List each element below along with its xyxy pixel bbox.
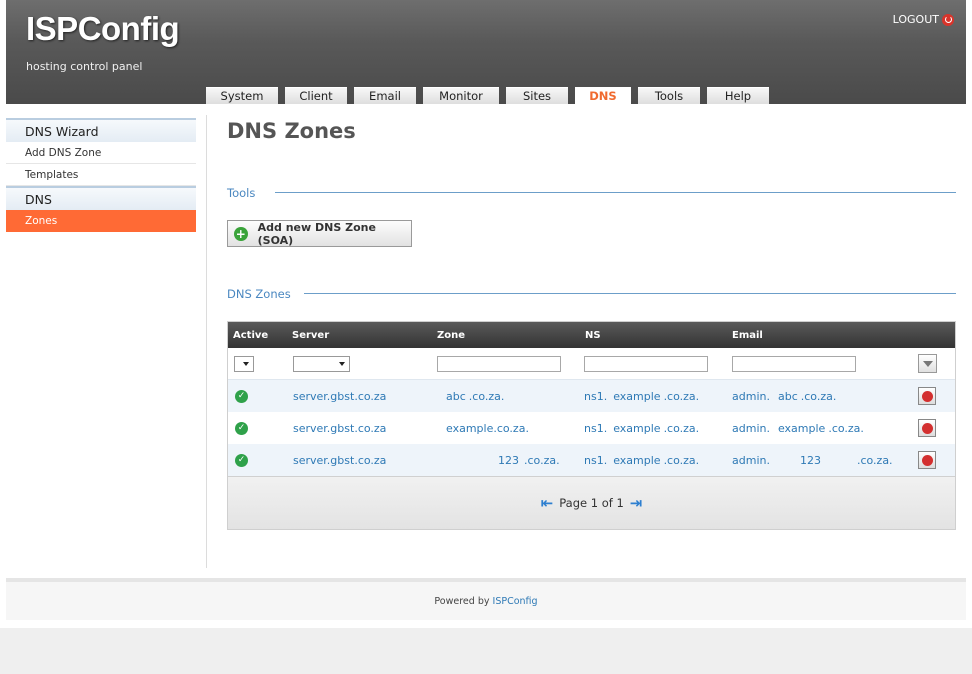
column-header-email[interactable]: Email: [732, 322, 763, 348]
tagline: hosting control panel: [26, 60, 143, 73]
zone-suffix: .co.za.: [468, 389, 505, 403]
ispconfig-link[interactable]: ISPConfig: [493, 596, 538, 607]
filter-button[interactable]: [918, 354, 937, 373]
email-filter-input[interactable]: [732, 355, 856, 372]
power-icon: [942, 13, 954, 26]
tools-section-divider: [275, 192, 956, 193]
delete-icon[interactable]: [918, 451, 936, 469]
sidebar-section-dns-wizard: DNS Wizard: [6, 118, 196, 142]
filter-row: [228, 348, 955, 380]
add-dns-zone-button[interactable]: + Add new DNS Zone (SOA): [227, 220, 412, 247]
logo: ISPConfig: [26, 10, 180, 47]
ns-suffix: .co.za.: [663, 421, 700, 435]
tab-email[interactable]: Email: [354, 87, 416, 104]
table-row[interactable]: ✓ server.gbst.co.za example.co.za. ns1. e…: [228, 412, 955, 444]
ns-link[interactable]: example: [613, 454, 660, 467]
tab-tools[interactable]: Tools: [638, 87, 700, 104]
zone-link[interactable]: 123: [498, 454, 519, 467]
tab-help[interactable]: Help: [707, 87, 769, 104]
page-title: DNS Zones: [227, 119, 356, 143]
page-indicator: Page 1 of 1: [559, 496, 624, 510]
zone-link[interactable]: abc: [446, 390, 466, 403]
ns-link[interactable]: example: [613, 422, 660, 435]
ns-prefix: ns1.: [584, 421, 608, 435]
email-link[interactable]: 123: [800, 454, 821, 467]
ns-link[interactable]: example: [613, 390, 660, 403]
column-header-server[interactable]: Server: [292, 322, 329, 348]
delete-icon[interactable]: [918, 419, 936, 437]
active-check-icon: ✓: [235, 421, 248, 435]
sidebar-item-templates[interactable]: Templates: [6, 164, 196, 186]
sidebar-divider: [206, 115, 207, 568]
delete-icon[interactable]: [918, 387, 936, 405]
sidebar: DNS Wizard Add DNS Zone Templates DNS Zo…: [6, 118, 196, 232]
email-prefix: admin.: [732, 389, 770, 403]
ns-suffix: .co.za.: [663, 453, 700, 467]
active-check-icon: ✓: [235, 453, 248, 467]
tab-sites[interactable]: Sites: [506, 87, 568, 104]
active-check-icon: ✓: [235, 389, 248, 403]
footer: Powered by ISPConfig: [6, 578, 966, 620]
ns-filter-input[interactable]: [584, 355, 708, 372]
sidebar-section-dns: DNS: [6, 186, 196, 210]
ns-prefix: ns1.: [584, 453, 608, 467]
main-tabs: System Client Email Monitor Sites DNS To…: [206, 87, 769, 104]
filter-icon: [922, 360, 933, 367]
pagination: ⇤ Page 1 of 1 ⇥: [228, 476, 955, 529]
tab-dns[interactable]: DNS: [575, 87, 631, 104]
server-filter-select[interactable]: [293, 355, 350, 372]
bottom-band: [0, 628, 972, 674]
add-dns-zone-button-label: Add new DNS Zone (SOA): [257, 220, 376, 247]
add-icon: +: [234, 226, 248, 241]
column-header-active[interactable]: Active: [233, 322, 268, 348]
sidebar-item-zones[interactable]: Zones: [6, 210, 196, 232]
ns-suffix: .co.za.: [663, 389, 700, 403]
server-cell[interactable]: server.gbst.co.za: [293, 380, 386, 412]
table-row[interactable]: ✓ server.gbst.co.za abc .co.za. ns1. examp…: [228, 380, 955, 412]
tab-monitor[interactable]: Monitor: [423, 87, 499, 104]
zone-filter-input[interactable]: [437, 355, 561, 372]
tab-system[interactable]: System: [206, 87, 278, 104]
email-prefix: admin.: [732, 421, 770, 435]
column-header-ns[interactable]: NS: [585, 322, 601, 348]
list-section-divider: [304, 293, 956, 294]
email-suffix: .co.za.: [800, 389, 837, 403]
last-page-icon[interactable]: ⇥: [630, 494, 643, 512]
logout-link[interactable]: LOGOUT: [893, 13, 954, 26]
sidebar-item-add-dns-zone[interactable]: Add DNS Zone: [6, 142, 196, 164]
tools-section-label: Tools: [227, 186, 256, 200]
table-row[interactable]: ✓ server.gbst.co.za 123 .co.za. ns1. examp…: [228, 444, 955, 476]
tab-client[interactable]: Client: [285, 87, 347, 104]
first-page-icon[interactable]: ⇤: [541, 494, 554, 512]
server-cell[interactable]: server.gbst.co.za: [293, 412, 386, 444]
email-suffix: .co.za.: [856, 453, 893, 467]
email-link[interactable]: example: [778, 422, 825, 435]
powered-by-text: Powered by: [434, 595, 490, 607]
list-section-label: DNS Zones: [227, 287, 291, 301]
zone-link[interactable]: example.co.za.: [446, 422, 529, 435]
logout-label: LOGOUT: [892, 13, 939, 26]
ns-prefix: ns1.: [584, 389, 608, 403]
email-prefix: admin.: [732, 453, 770, 467]
column-header-zone[interactable]: Zone: [437, 322, 465, 348]
zone-suffix: .co.za.: [524, 453, 560, 467]
table-header: Active Server Zone NS Email: [228, 322, 955, 348]
email-link[interactable]: abc: [778, 390, 798, 403]
server-cell[interactable]: server.gbst.co.za: [293, 444, 386, 476]
active-filter-select[interactable]: [234, 355, 254, 372]
header: ISPConfig hosting control panel LOGOUT S…: [6, 0, 966, 104]
dns-zones-table: Active Server Zone NS Email ✓ server.gbs…: [227, 321, 956, 530]
email-suffix: .co.za.: [828, 421, 864, 435]
